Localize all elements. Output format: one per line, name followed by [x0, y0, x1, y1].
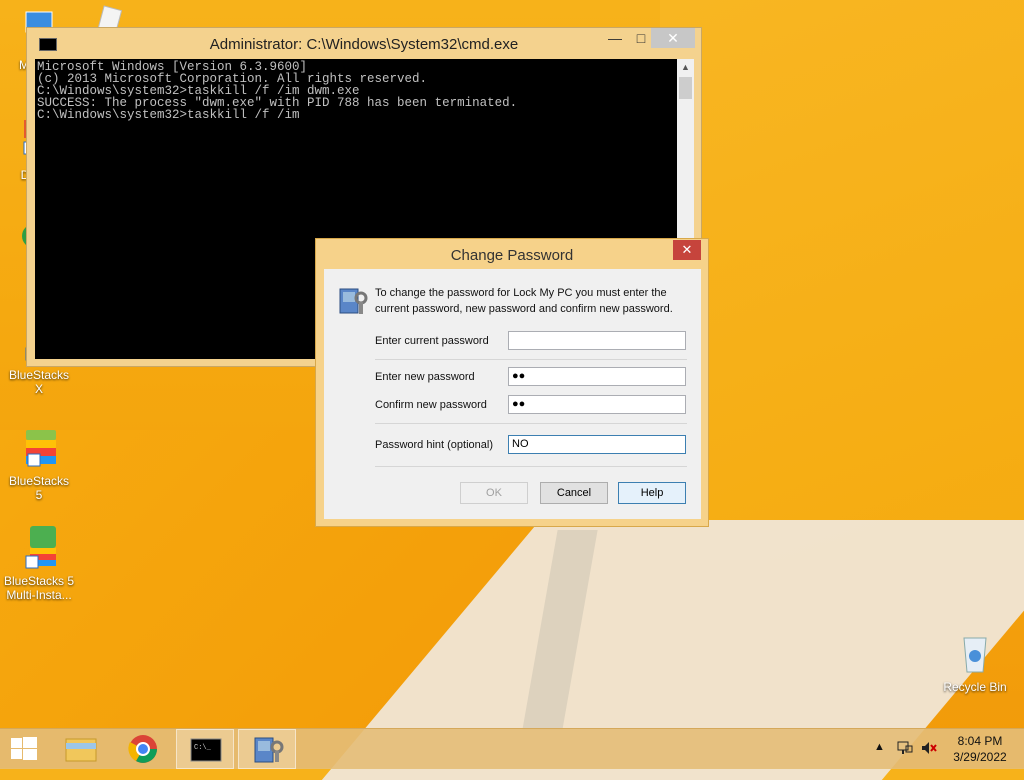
desktop-icon-label: BlueStacks 5 [8, 474, 70, 502]
taskbar-clock[interactable]: 8:04 PM 3/29/2022 [940, 733, 1020, 765]
divider [375, 423, 687, 424]
minimize-button[interactable]: — [601, 28, 629, 48]
start-button[interactable] [0, 729, 50, 769]
taskbar-lock-my-pc[interactable] [238, 729, 296, 769]
scroll-up-icon[interactable]: ▲ [677, 59, 694, 76]
key-lock-icon [336, 283, 370, 317]
clock-time: 8:04 PM [957, 734, 1003, 748]
wallpaper-shape [660, 0, 1024, 560]
confirm-password-input[interactable]: ●● [508, 395, 686, 414]
confirm-password-label: Confirm new password [375, 399, 487, 411]
clock-date: 3/29/2022 [953, 750, 1007, 764]
cancel-button[interactable]: Cancel [540, 482, 608, 504]
network-icon[interactable] [896, 739, 914, 760]
dialog-close-button[interactable]: ✕ [673, 240, 701, 260]
desktop-icon-bluestacks-multi[interactable]: BlueStacks 5 Multi-Insta... [4, 524, 74, 602]
scroll-thumb[interactable] [679, 77, 692, 99]
windows-logo-icon [11, 737, 37, 760]
cmd-titlebar[interactable]: Administrator: C:\Windows\System32\cmd.e… [27, 28, 701, 58]
folder-icon [65, 738, 97, 762]
recycle-bin-icon [952, 630, 998, 676]
change-password-dialog[interactable]: Change Password ✕ To change the password… [315, 238, 709, 527]
console-line: C:\Windows\system32>taskkill /f /im [37, 108, 300, 122]
desktop-icon-label: Recycle Bin [943, 680, 1007, 694]
cmd-title: Administrator: C:\Windows\System32\cmd.e… [209, 36, 519, 53]
current-password-label: Enter current password [375, 335, 489, 347]
current-password-input[interactable] [508, 331, 686, 350]
dialog-title: Change Password [450, 247, 574, 264]
taskbar: C:\_ ▲ 8:04 PM 3/29/2022 [0, 728, 1024, 769]
cmd-icon: C:\_ [190, 738, 222, 762]
new-password-label: Enter new password [375, 371, 475, 383]
key-lock-icon [254, 737, 284, 763]
desktop-icon-label: BlueStacks X [8, 368, 70, 396]
bluestacks-5-icon [16, 424, 62, 470]
password-hint-input[interactable]: NO [508, 435, 686, 454]
divider [375, 359, 687, 360]
chrome-icon [128, 735, 157, 763]
taskbar-file-explorer[interactable] [52, 729, 110, 769]
bluestacks-multi-instance-icon [16, 524, 62, 570]
dialog-description: To change the password for Lock My PC yo… [375, 287, 673, 315]
volume-muted-icon[interactable] [920, 739, 938, 760]
close-button[interactable]: ✕ [651, 28, 695, 48]
ok-button[interactable]: OK [460, 482, 528, 504]
show-hidden-icons-button[interactable]: ▲ [874, 741, 885, 753]
taskbar-chrome[interactable] [114, 729, 172, 769]
dialog-body: To change the password for Lock My PC yo… [324, 269, 701, 519]
desktop-icon-label: BlueStacks 5 Multi-Insta... [4, 574, 75, 602]
taskbar-cmd[interactable]: C:\_ [176, 729, 234, 769]
password-hint-label: Password hint (optional) [375, 439, 494, 451]
desktop-icon-recycle-bin[interactable]: Recycle Bin [940, 630, 1010, 694]
divider [375, 466, 687, 467]
svg-text:C:\_: C:\_ [194, 744, 212, 752]
help-button[interactable]: Help [618, 482, 686, 504]
new-password-input[interactable]: ●● [508, 367, 686, 386]
desktop-icon-bluestacks-5[interactable]: BlueStacks 5 [4, 424, 74, 502]
